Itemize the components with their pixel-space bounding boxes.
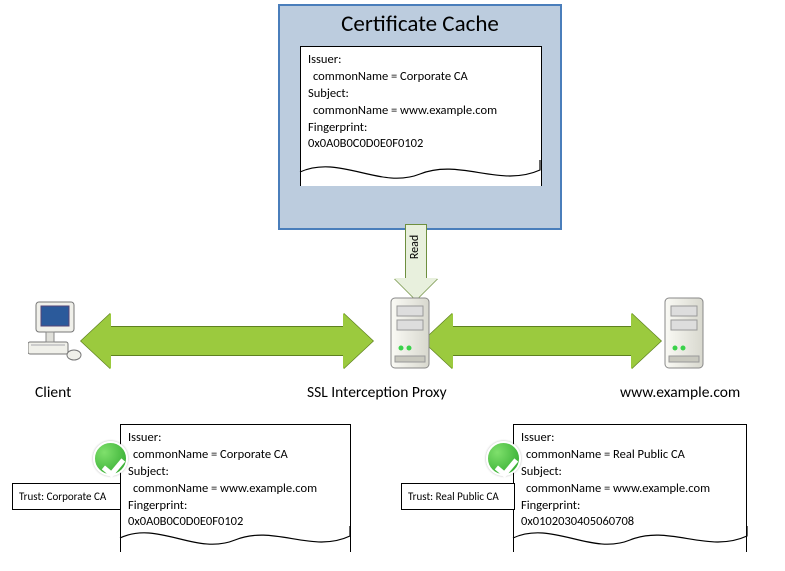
cert-subject-cn: commonName = www.example.com [128, 481, 343, 498]
cert-fp: 0x0A0B0C0D0E0F0102 [128, 514, 343, 531]
server-label: www.example.com [620, 383, 740, 402]
cert-fp-label: Fingerprint: [521, 498, 739, 515]
arrow-client-proxy-icon [110, 326, 344, 356]
proxy-server-icon [381, 296, 439, 376]
proxy-label: SSL Interception Proxy [307, 383, 447, 402]
cache-certificate-doc: Issuer: commonName = Corporate CA Subjec… [300, 46, 542, 186]
client-trust-box: Trust: Corporate CA [12, 483, 121, 510]
client-certificate-doc: Issuer: commonName = Corporate CA Subjec… [120, 424, 351, 552]
arrow-proxy-server-icon [452, 326, 632, 356]
cert-fp-label: Fingerprint: [308, 120, 534, 137]
server-icon [655, 296, 713, 376]
cert-subject-label: Subject: [521, 464, 739, 481]
cert-fp-label: Fingerprint: [128, 498, 343, 515]
cache-title: Certificate Cache [280, 6, 560, 38]
cert-issuer-label: Issuer: [128, 430, 343, 447]
checkmark-icon [486, 441, 521, 476]
server-certificate-doc: Issuer: commonName = Real Public CA Subj… [513, 424, 747, 552]
cert-issuer-cn: commonName = Corporate CA [308, 69, 534, 86]
server-trust-box: Trust: Real Public CA [401, 483, 515, 510]
checkmark-icon [93, 441, 128, 476]
cert-fp: 0x0102030405060708 [521, 514, 739, 531]
cert-fp: 0x0A0B0C0D0E0F0102 [308, 136, 534, 153]
cert-issuer-label: Issuer: [521, 430, 739, 447]
cert-subject-label: Subject: [308, 86, 534, 103]
cert-subject-cn: commonName = www.example.com [308, 103, 534, 120]
cert-issuer-label: Issuer: [308, 52, 534, 69]
cert-issuer-cn: commonName = Corporate CA [128, 447, 343, 464]
client-label: Client [35, 383, 71, 402]
cert-subject-label: Subject: [128, 464, 343, 481]
client-computer-icon [28, 300, 83, 362]
cert-issuer-cn: commonName = Real Public CA [521, 447, 739, 464]
read-arrow-icon [405, 224, 427, 278]
cert-subject-cn: commonName = www.example.com [521, 481, 739, 498]
